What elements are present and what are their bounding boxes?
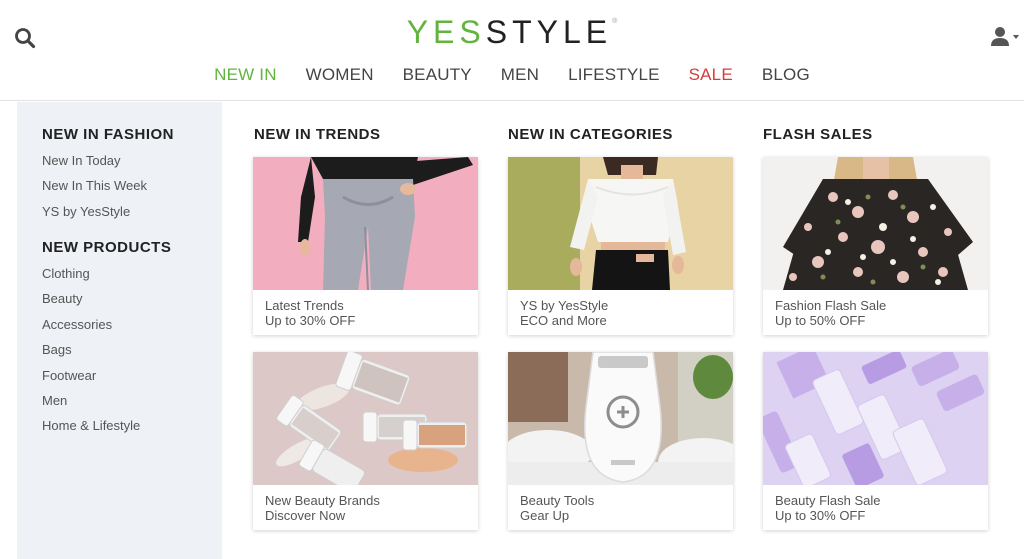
new-in-fashion-heading[interactable]: NEW IN FASHION — [42, 126, 174, 143]
sidebar-item-ys-by-yesstyle[interactable]: YS by YesStyle — [42, 199, 147, 224]
new-in-trends-heading[interactable]: NEW IN TRENDS — [254, 126, 381, 143]
new-in-sidebar: NEW IN FASHION New In Today New In This … — [17, 102, 222, 559]
promo-card-new-beauty-brands[interactable]: New Beauty Brands Discover Now — [253, 352, 478, 530]
card-title: Fashion Flash Sale — [775, 298, 887, 313]
sidebar-item-accessories[interactable]: Accessories — [42, 312, 140, 337]
card-subtitle: ECO and More — [520, 313, 607, 328]
sidebar-item-men[interactable]: Men — [42, 388, 140, 413]
card-title: Latest Trends — [265, 298, 344, 313]
card-subtitle: Up to 30% OFF — [775, 508, 866, 523]
sidebar-item-home-lifestyle[interactable]: Home & Lifestyle — [42, 413, 140, 438]
promo-card-beauty-flash-sale[interactable]: Beauty Flash Sale Up to 30% OFF — [763, 352, 988, 530]
sidebar-item-new-in-this-week[interactable]: New In This Week — [42, 173, 147, 198]
promo-card-beauty-tools[interactable]: Beauty Tools Gear Up — [508, 352, 733, 530]
sidebar-item-new-in-today[interactable]: New In Today — [42, 148, 147, 173]
card-subtitle: Gear Up — [520, 508, 570, 523]
promo-card-latest-trends[interactable]: Latest Trends Up to 30% OFF — [253, 157, 478, 335]
promo-card-fashion-flash-sale[interactable]: Fashion Flash Sale Up to 50% OFF — [763, 157, 988, 335]
flash-sales-heading[interactable]: FLASH SALES — [763, 126, 873, 143]
site-header: YESSTYLE® NEW IN WOMEN BEAUTY MEN LIFEST… — [0, 0, 1024, 101]
beauty-flash-sale-image — [763, 352, 988, 485]
sidebar-item-footwear[interactable]: Footwear — [42, 363, 140, 388]
logo-style: STYLE — [485, 14, 613, 50]
sidebar-item-beauty[interactable]: Beauty — [42, 286, 140, 311]
card-subtitle: Discover Now — [265, 508, 346, 523]
new-products-heading[interactable]: NEW PRODUCTS — [42, 239, 171, 256]
card-subtitle: Up to 50% OFF — [775, 313, 866, 328]
logo-registered-mark: ® — [612, 18, 618, 25]
latest-trends-image — [253, 157, 478, 290]
user-icon[interactable] — [990, 26, 1020, 48]
new-products-list: Clothing Beauty Accessories Bags Footwea… — [17, 261, 140, 439]
ys-by-yesstyle-image — [508, 157, 733, 290]
promo-card-ys-by-yesstyle[interactable]: YS by YesStyle ECO and More — [508, 157, 733, 335]
logo-yes: YES — [406, 14, 486, 50]
card-subtitle: Up to 30% OFF — [265, 313, 356, 328]
nav-sale[interactable]: SALE — [689, 65, 733, 85]
nav-beauty[interactable]: BEAUTY — [403, 65, 472, 85]
nav-men[interactable]: MEN — [501, 65, 539, 85]
card-title: New Beauty Brands — [265, 493, 380, 508]
fashion-flash-sale-image — [763, 157, 988, 290]
main-nav: NEW IN WOMEN BEAUTY MEN LIFESTYLE SALE B… — [0, 65, 1024, 85]
new-beauty-brands-image — [253, 352, 478, 485]
nav-women[interactable]: WOMEN — [306, 65, 374, 85]
yesstyle-logo[interactable]: YESSTYLE® — [0, 14, 1024, 51]
beauty-tools-image — [508, 352, 733, 485]
sidebar-item-clothing[interactable]: Clothing — [42, 261, 140, 286]
nav-blog[interactable]: BLOG — [762, 65, 810, 85]
nav-lifestyle[interactable]: LIFESTYLE — [568, 65, 660, 85]
card-title: Beauty Flash Sale — [775, 493, 881, 508]
sidebar-item-bags[interactable]: Bags — [42, 337, 140, 362]
card-title: YS by YesStyle — [520, 298, 609, 313]
nav-new-in[interactable]: NEW IN — [214, 65, 277, 85]
card-title: Beauty Tools — [520, 493, 595, 508]
new-in-fashion-list: New In Today New In This Week YS by YesS… — [17, 148, 147, 224]
new-in-categories-heading[interactable]: NEW IN CATEGORIES — [508, 126, 673, 143]
